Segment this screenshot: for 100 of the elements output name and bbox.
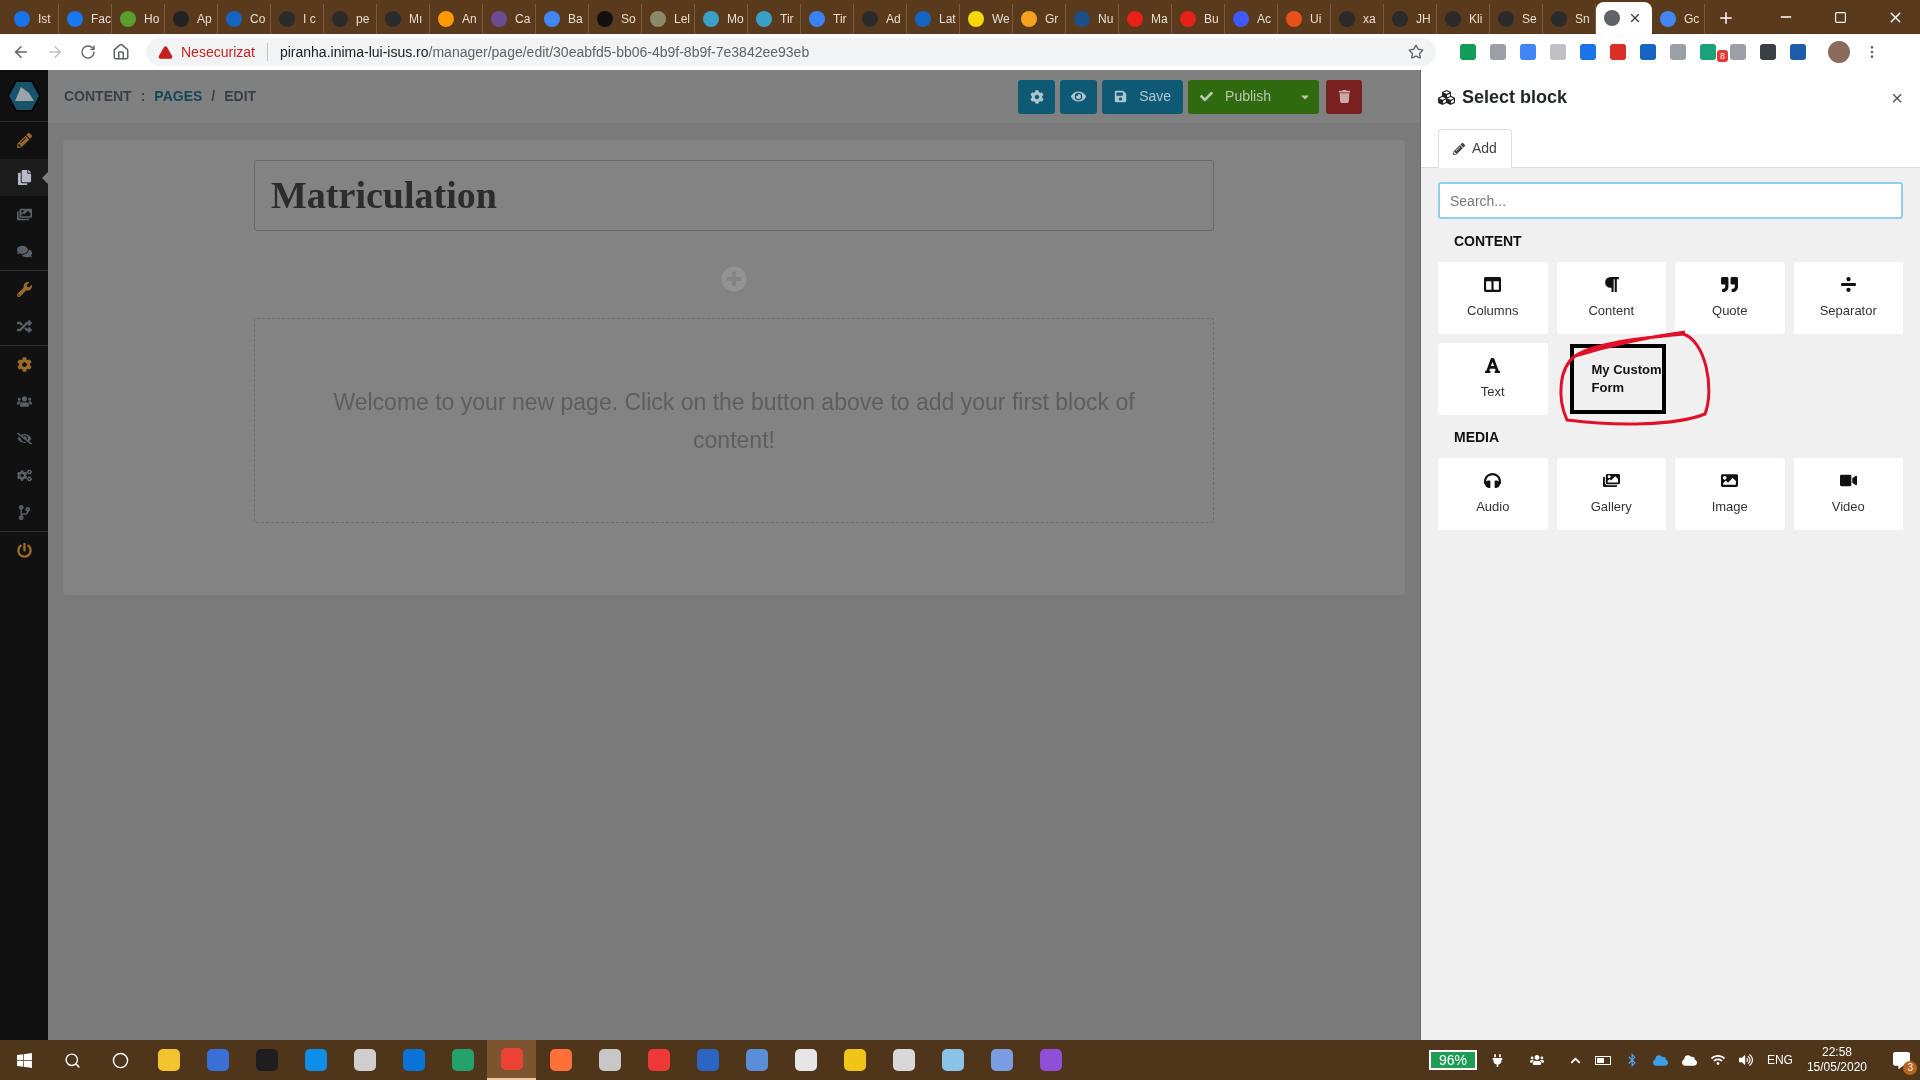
breadcrumb-separator: : bbox=[140, 87, 146, 106]
pencil-icon bbox=[1453, 142, 1465, 155]
tab-title: Ui bbox=[1310, 11, 1322, 28]
panel-tab[interactable]: Add bbox=[1438, 129, 1512, 168]
tab-title: Lat bbox=[939, 11, 956, 28]
volume-icon[interactable] bbox=[1738, 1053, 1753, 1067]
back-icon[interactable] bbox=[12, 43, 30, 61]
language-indicator[interactable]: ENG bbox=[1766, 1051, 1793, 1069]
people-icon[interactable] bbox=[1529, 1053, 1544, 1067]
close-button[interactable]: × bbox=[1891, 82, 1903, 113]
block-option[interactable]: Audio bbox=[1438, 458, 1548, 530]
tab-title: I c bbox=[303, 11, 316, 28]
block-option[interactable]: Video bbox=[1793, 458, 1903, 530]
tab-title: Sn bbox=[1575, 11, 1590, 28]
address-bar[interactable]: Nesecurizat piranha.inima-lui-isus.ro/manager/page/edit/30eabfd5-bb06-4b9f-8b9f-7e3842ee93eb bbox=[146, 38, 1436, 66]
bookmark-star-icon[interactable] bbox=[1408, 44, 1424, 60]
app-icon bbox=[794, 1049, 817, 1071]
app-icon bbox=[304, 1049, 327, 1071]
clock[interactable]: 22:58 15/05/2020 bbox=[1806, 1045, 1867, 1075]
blocks-icon bbox=[1438, 89, 1455, 106]
paragraph-icon bbox=[1602, 275, 1620, 293]
close-icon[interactable] bbox=[1628, 11, 1642, 25]
browser-tab[interactable] bbox=[1596, 2, 1652, 34]
divide-icon bbox=[1839, 275, 1857, 293]
extension-icon[interactable] bbox=[1790, 44, 1806, 60]
tab-title: xa bbox=[1363, 11, 1376, 28]
settings-button[interactable] bbox=[1018, 79, 1056, 114]
new-tab-icon[interactable] bbox=[1717, 9, 1735, 27]
delete-button[interactable] bbox=[1326, 79, 1362, 114]
logo-icon[interactable] bbox=[7, 78, 41, 113]
app-icon bbox=[206, 1049, 229, 1071]
wifi-icon[interactable] bbox=[1710, 1053, 1725, 1067]
settings-icon bbox=[1029, 89, 1044, 104]
date-text: 15/05/2020 bbox=[1806, 1060, 1867, 1075]
app-icon bbox=[549, 1049, 572, 1071]
profile-avatar[interactable] bbox=[1828, 41, 1850, 63]
warning-icon bbox=[158, 44, 173, 60]
reload-icon[interactable] bbox=[80, 44, 96, 60]
tab-title: We bbox=[992, 11, 1010, 28]
tab-title: pe bbox=[356, 11, 370, 28]
columns-icon bbox=[1484, 275, 1502, 293]
save-button[interactable]: Save bbox=[1102, 79, 1184, 114]
search-field[interactable]: Search... bbox=[1438, 182, 1903, 219]
tab-title: So bbox=[621, 11, 636, 28]
app-icon bbox=[647, 1049, 670, 1071]
tab-title: Tir bbox=[780, 11, 794, 28]
tab-title: Ma bbox=[1151, 11, 1168, 28]
taskbar-app[interactable] bbox=[487, 1040, 536, 1080]
plug-icon bbox=[1490, 1053, 1504, 1067]
extension-badge: 8 bbox=[1717, 50, 1728, 62]
sidebar-item[interactable] bbox=[0, 159, 48, 196]
start-icon[interactable] bbox=[15, 1051, 33, 1069]
tab-title: Lel bbox=[674, 11, 690, 28]
tab-title: Ho bbox=[144, 11, 160, 28]
breadcrumb-section: CONTENT bbox=[64, 86, 132, 107]
tab-title: An bbox=[462, 11, 477, 28]
app-icon bbox=[353, 1049, 376, 1071]
page-title-field[interactable]: Matriculation bbox=[254, 160, 1214, 231]
notifications-icon[interactable] bbox=[1893, 1051, 1910, 1069]
tab-title: Ad bbox=[886, 11, 901, 28]
block-option[interactable]: Image bbox=[1675, 458, 1785, 530]
tab-title: Mo bbox=[727, 11, 744, 28]
app-icon bbox=[696, 1049, 719, 1071]
cloud-icon[interactable] bbox=[1681, 1052, 1697, 1068]
app-icon bbox=[598, 1049, 621, 1071]
home-icon[interactable] bbox=[112, 43, 130, 61]
app-icon bbox=[157, 1049, 180, 1071]
block-option[interactable]: Columns bbox=[1438, 262, 1548, 334]
block-option[interactable]: Separator bbox=[1793, 262, 1903, 334]
check-icon bbox=[1200, 90, 1214, 103]
app-icon bbox=[500, 1048, 523, 1070]
app-icon bbox=[402, 1049, 425, 1071]
cortana-icon[interactable] bbox=[111, 1051, 129, 1069]
time-text: 22:58 bbox=[1821, 1045, 1852, 1060]
breadcrumb-separator: / bbox=[211, 87, 216, 106]
battery-icon[interactable] bbox=[1594, 1055, 1611, 1065]
headphones-icon bbox=[1484, 471, 1502, 489]
eye-icon bbox=[1071, 89, 1087, 104]
floppy-icon bbox=[1114, 90, 1128, 103]
block-option[interactable]: Content bbox=[1556, 262, 1666, 334]
restore-icon[interactable] bbox=[1834, 10, 1847, 24]
extension-icon[interactable] bbox=[1760, 44, 1776, 60]
battery-indicator: 96% bbox=[1428, 1050, 1477, 1070]
block-option[interactable]: Gallery bbox=[1556, 458, 1666, 530]
app-icon bbox=[745, 1049, 768, 1071]
letter-icon bbox=[1484, 356, 1502, 374]
search-icon[interactable] bbox=[63, 1051, 81, 1069]
gallery-icon bbox=[1602, 471, 1620, 489]
block-option[interactable]: Text bbox=[1438, 343, 1548, 415]
tab-title: Bu bbox=[1204, 11, 1219, 28]
preview-button[interactable] bbox=[1060, 79, 1098, 114]
app-icon bbox=[451, 1049, 474, 1071]
app-icon bbox=[941, 1049, 964, 1071]
tab-title: Ap bbox=[197, 11, 212, 28]
block-option[interactable]: Quote bbox=[1675, 262, 1785, 334]
panel-title: Select block bbox=[1462, 86, 1568, 109]
tab-title: Co bbox=[250, 11, 266, 28]
security-label: Nesecurizat bbox=[181, 42, 255, 62]
app-icon bbox=[255, 1049, 278, 1071]
section-heading: CONTENT bbox=[1453, 232, 1523, 251]
